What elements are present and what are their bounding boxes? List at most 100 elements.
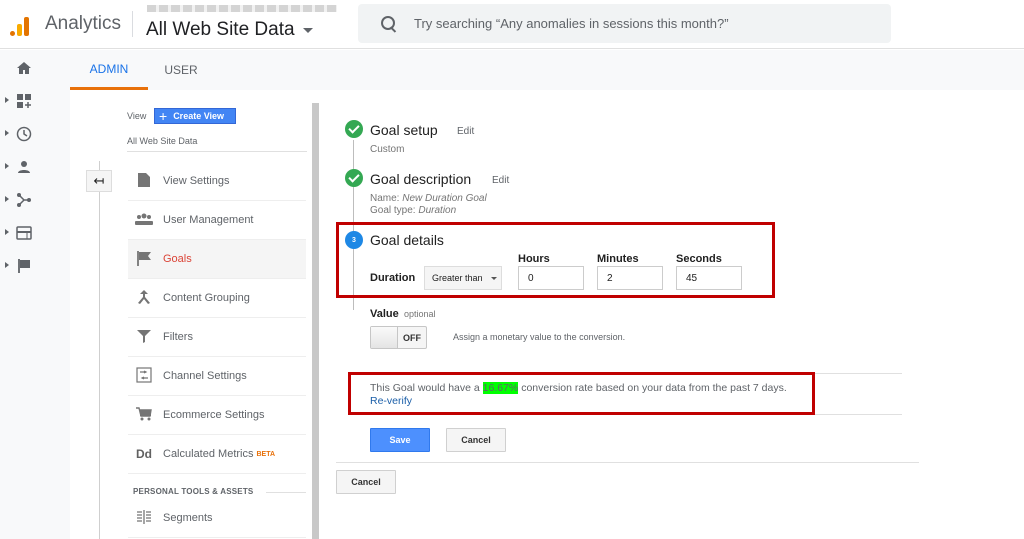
toggle-knob: [371, 327, 398, 348]
minutes-input[interactable]: 2: [597, 266, 663, 290]
menu-item-label: Ecommerce Settings: [163, 409, 265, 421]
expand-arrow-icon: [5, 130, 9, 136]
scrollbar[interactable]: [312, 103, 319, 539]
rail-customization[interactable]: [0, 85, 70, 118]
goal-description-edit-link[interactable]: Edit: [492, 175, 509, 186]
acquisition-icon: [17, 193, 31, 207]
rail-acquisition[interactable]: [0, 184, 70, 217]
create-view-label: Create View: [173, 111, 225, 121]
expand-arrow-icon: [5, 229, 9, 235]
goal-type-label: Goal type:: [370, 205, 416, 216]
goal-editor: Goal setup Edit Custom Goal description …: [320, 90, 1024, 539]
expand-arrow-icon: [5, 262, 9, 268]
back-arrow-icon: ↤: [93, 173, 105, 188]
rail-home[interactable]: [0, 52, 70, 85]
expand-arrow-icon: [5, 196, 9, 202]
rail-behavior[interactable]: [0, 217, 70, 250]
minutes-label: Minutes: [597, 253, 639, 265]
channel-icon: [134, 366, 154, 386]
save-button[interactable]: Save: [370, 428, 430, 452]
search-placeholder: Try searching “Any anomalies in sessions…: [414, 16, 729, 31]
tab-user[interactable]: USER: [148, 50, 214, 90]
menu-item-segments[interactable]: Segments: [128, 499, 306, 538]
conversion-rate-value: 16.67%: [482, 382, 519, 394]
filter-icon: [134, 329, 154, 346]
goal-type-summary: Goal type: Duration: [370, 205, 456, 216]
cart-icon: [134, 406, 154, 424]
goal-details-title: Goal details: [370, 232, 444, 248]
dd-icon: Dd: [136, 447, 152, 461]
left-nav-rail: [0, 50, 70, 539]
app-name: Analytics: [45, 13, 122, 34]
menu-item-label: View Settings: [163, 175, 230, 187]
cancel-button[interactable]: Cancel: [446, 428, 506, 452]
conversion-text-after: conversion rate based on your data from …: [518, 382, 787, 394]
menu-item-goals[interactable]: Goals: [128, 240, 306, 279]
goal-type-value: Duration: [418, 205, 457, 216]
back-button[interactable]: ↤: [86, 170, 112, 192]
property-selector[interactable]: All Web Site Data: [146, 19, 313, 41]
divider: [127, 151, 307, 152]
menu-item-content-grouping[interactable]: Content Grouping: [128, 279, 306, 318]
account-name-redacted: [147, 5, 337, 12]
menu-item-label: Filters: [163, 331, 193, 343]
goal-name-value: New Duration Goal: [402, 193, 487, 204]
goal-name-summary: Name: New Duration Goal: [370, 193, 487, 204]
rail-conversions[interactable]: [0, 250, 70, 283]
value-label: Value: [370, 308, 399, 320]
goal-setup-title: Goal setup: [370, 122, 438, 138]
hours-input[interactable]: 0: [518, 266, 584, 290]
document-icon: [134, 172, 154, 190]
beta-badge: BETA: [256, 450, 276, 458]
reverify-link[interactable]: Re-verify: [370, 395, 412, 407]
menu-item-channel-settings[interactable]: Channel Settings: [128, 357, 306, 396]
goal-name-label: Name:: [370, 193, 400, 204]
menu-item-ecommerce-settings[interactable]: Ecommerce Settings: [128, 396, 306, 435]
step-number-badge: 3: [345, 231, 363, 249]
chevron-down-icon: [302, 27, 313, 33]
goal-description-title: Goal description: [370, 171, 472, 187]
menu-item-user-management[interactable]: User Management: [128, 201, 306, 240]
divider: [99, 161, 100, 539]
menu-item-filters[interactable]: Filters: [128, 318, 306, 357]
comparison-dropdown[interactable]: Greater than: [424, 266, 502, 290]
hours-label: Hours: [518, 253, 550, 265]
menu-item-label: Content Grouping: [163, 292, 250, 304]
menu-item-view-settings[interactable]: View Settings: [128, 162, 306, 201]
menu-item-label: User Management: [163, 214, 254, 226]
create-view-button[interactable]: + Create View: [154, 108, 236, 124]
value-description: Assign a monetary value to the conversio…: [453, 332, 626, 342]
search-icon: [380, 15, 398, 33]
duration-label: Duration: [370, 272, 416, 284]
people-icon: [134, 213, 154, 228]
menu-item-label: Segments: [163, 512, 213, 524]
menu-item-label: Calculated Metrics: [163, 448, 254, 460]
top-bar: Analytics All Web Site Data Try searchin…: [0, 0, 1024, 49]
menu-item-label: Goals: [163, 253, 192, 265]
segments-icon: [134, 509, 154, 527]
value-toggle[interactable]: OFF: [370, 326, 427, 349]
search-bar[interactable]: Try searching “Any anomalies in sessions…: [358, 4, 891, 43]
menu-item-calculated-metrics[interactable]: Dd Calculated Metrics BETA: [128, 435, 306, 474]
view-settings-column: View + Create View All Web Site Data ↤ V…: [70, 90, 312, 539]
tab-admin[interactable]: ADMIN: [70, 50, 148, 90]
seconds-input[interactable]: 45: [676, 266, 742, 290]
behavior-icon: [16, 226, 32, 240]
property-name: All Web Site Data: [146, 19, 295, 40]
optional-label: optional: [404, 309, 436, 319]
rail-realtime[interactable]: [0, 118, 70, 151]
goal-setup-summary: Custom: [370, 144, 405, 155]
analytics-logo-icon[interactable]: [8, 12, 32, 36]
check-icon: [345, 169, 363, 187]
flag-icon: [18, 259, 30, 273]
person-icon: [18, 161, 30, 173]
goal-setup-edit-link[interactable]: Edit: [457, 126, 474, 137]
clock-icon: [16, 126, 32, 142]
cancel-goal-button[interactable]: Cancel: [336, 470, 396, 494]
view-name: All Web Site Data: [127, 136, 198, 146]
chevron-down-icon: [490, 276, 497, 280]
rail-audience[interactable]: [0, 151, 70, 184]
section-title-personal-tools: PERSONAL TOOLS & ASSETS: [133, 487, 254, 496]
flag-icon: [134, 250, 154, 269]
conversion-rate-text: This Goal would have a 16.67% conversion…: [370, 382, 787, 394]
